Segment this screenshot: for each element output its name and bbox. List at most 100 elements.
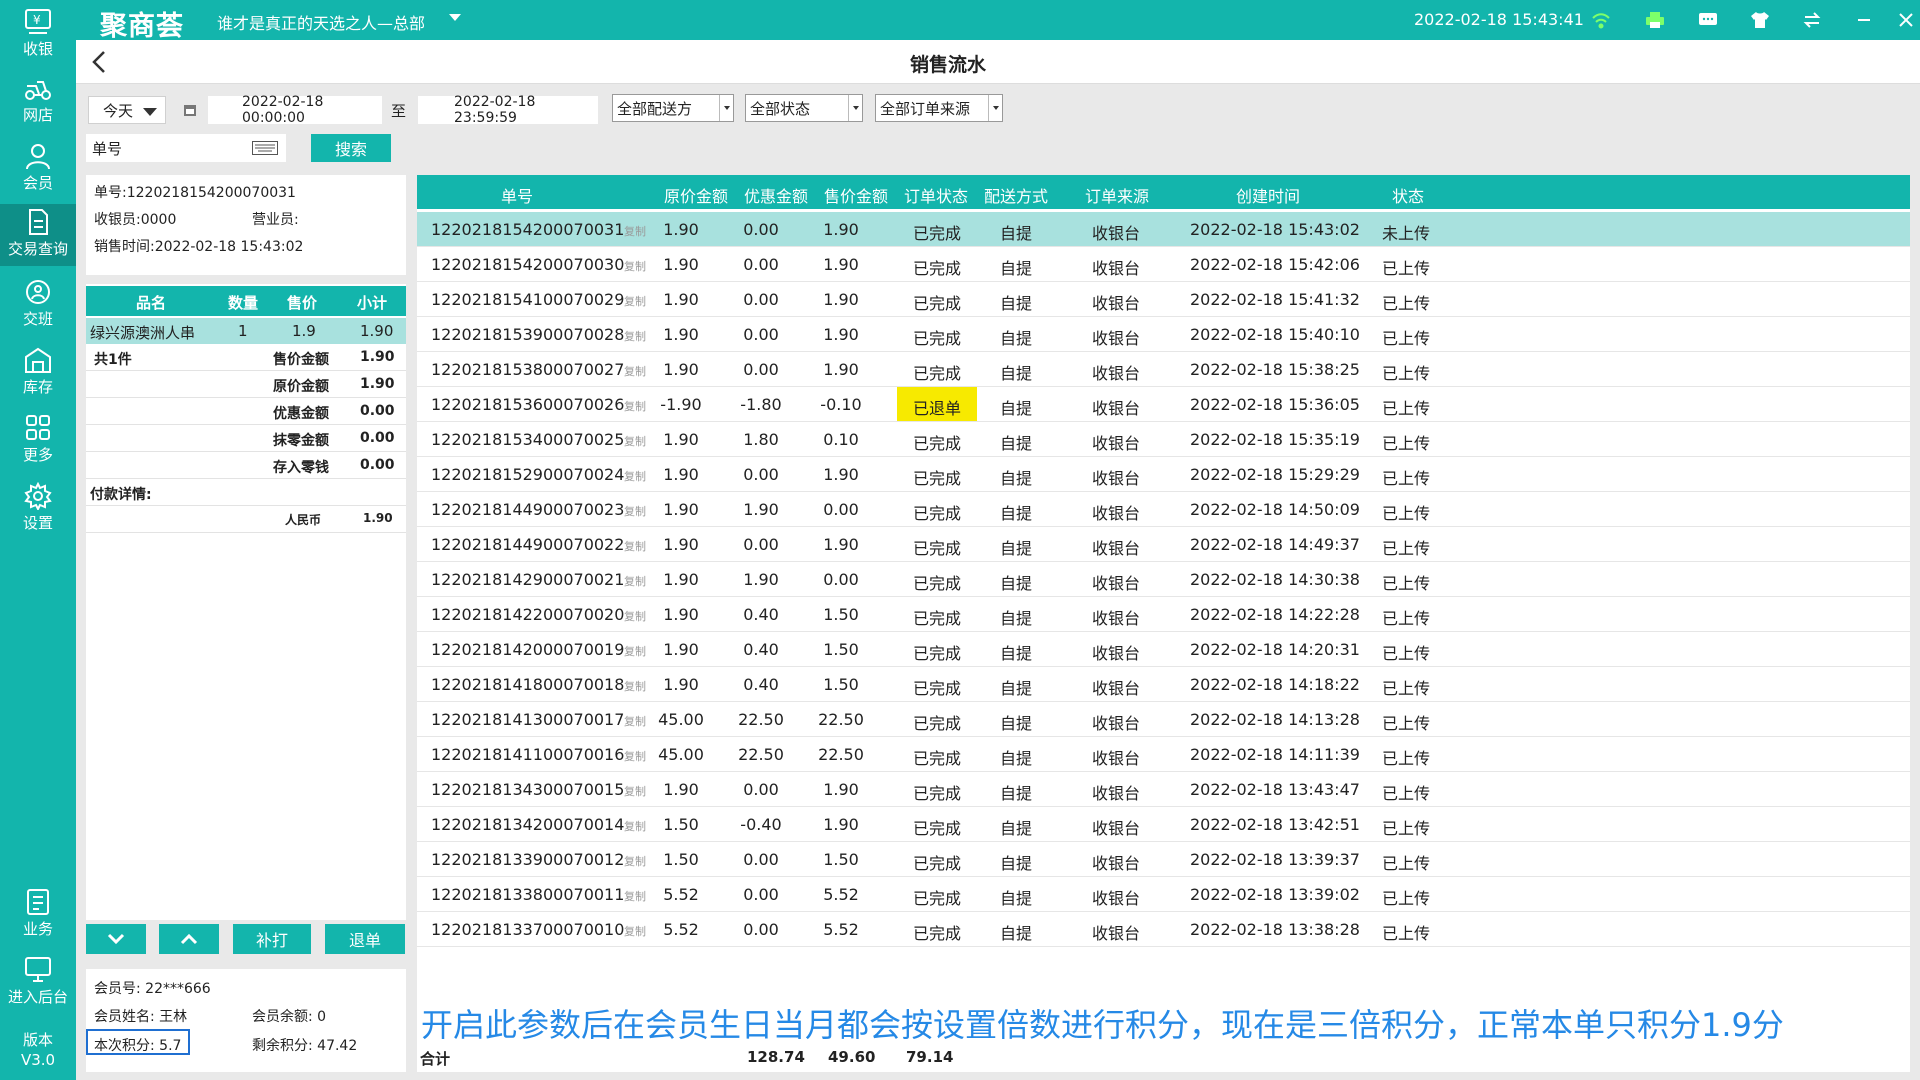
table-row[interactable]: 1220218154200070030 复制 1.90 0.00 1.90 已完成 自提 收银… bbox=[417, 247, 1910, 282]
cell-upload-status: 已上传 bbox=[1382, 819, 1431, 838]
order-no-input[interactable]: 单号 bbox=[86, 134, 286, 162]
cell-source: 收银台 bbox=[1092, 434, 1141, 453]
shirt-icon[interactable] bbox=[1747, 8, 1773, 32]
delivery-select[interactable]: 全部配送方 bbox=[612, 94, 734, 122]
cell-sale: 22.50 bbox=[818, 745, 864, 764]
summary-row: 优惠金额 0.00 bbox=[86, 399, 406, 425]
col-source: 订单来源 bbox=[1085, 187, 1150, 206]
version-number: V3.0 bbox=[20, 1051, 56, 1069]
table-row[interactable]: 1220218153600070026 复制 -1.90 -1.80 -0.10 已退单自… bbox=[417, 387, 1910, 422]
scroll-up-button[interactable] bbox=[159, 924, 219, 954]
table-row[interactable]: 1220218141300070017 复制 45.00 22.50 22.50 已完成自… bbox=[417, 702, 1910, 737]
chevron-down-icon[interactable] bbox=[449, 14, 461, 21]
switch-icon[interactable] bbox=[1799, 8, 1825, 32]
cell-order-status: 已退单 bbox=[897, 387, 977, 421]
dropdown-arrow-icon bbox=[988, 95, 1002, 121]
cell-upload-status: 已上传 bbox=[1382, 539, 1431, 558]
table-row[interactable]: 1220218153800070027 复制 1.90 0.00 1.90 已完成 自提 收银… bbox=[417, 352, 1910, 387]
nav-item-cashier[interactable]: ¥ 收银 bbox=[0, 4, 76, 68]
cell-source: 收银台 bbox=[1092, 364, 1141, 383]
table-row[interactable]: 1220218154200070031 复制 1.90 0.00 1.90 已完成 自提 收银… bbox=[417, 212, 1910, 247]
nav-item-shift[interactable]: 交班 bbox=[0, 274, 76, 338]
cell-source: 收银台 bbox=[1092, 469, 1141, 488]
table-row[interactable]: 1220218141100070016 复制 45.00 22.50 22.50 已完成自… bbox=[417, 737, 1910, 772]
scroll-down-button[interactable] bbox=[86, 924, 146, 954]
reprint-button[interactable]: 补打 bbox=[233, 924, 311, 954]
period-select[interactable]: 今天 bbox=[88, 96, 166, 124]
table-row[interactable]: 1220218142900070021 复制 1.90 1.90 0.00 已完成 自提 收银… bbox=[417, 562, 1910, 597]
cell-sale: 22.50 bbox=[818, 710, 864, 729]
cell-sale: -0.10 bbox=[820, 395, 862, 414]
nav-item-backend[interactable]: 进入后台 bbox=[0, 952, 76, 1016]
cell-delivery: 自提 bbox=[1000, 644, 1033, 663]
col-original: 原价金额 bbox=[664, 187, 729, 206]
cell-upload-status: 已上传 bbox=[1382, 399, 1431, 418]
order-no-placeholder: 单号 bbox=[92, 139, 123, 158]
item-price: 1.9 bbox=[292, 322, 316, 340]
cell-delivery: 自提 bbox=[1000, 259, 1033, 278]
nav-item-inventory[interactable]: 库存 bbox=[0, 342, 76, 406]
nav-item-settings[interactable]: 设置 bbox=[0, 478, 76, 542]
nav-item-transactions[interactable]: 交易查询 bbox=[0, 204, 76, 266]
nav-item-online-store[interactable]: 网店 bbox=[0, 70, 76, 134]
calendar-icon[interactable] bbox=[173, 96, 207, 124]
payment-amount: 1.90 bbox=[363, 511, 393, 525]
status-select[interactable]: 全部状态 bbox=[745, 94, 863, 122]
table-row[interactable]: 1220218144900070023 复制 1.90 1.90 0.00 已完成 自提 收银… bbox=[417, 492, 1910, 527]
cell-source: 收银台 bbox=[1092, 679, 1141, 698]
cell-created: 2022-02-18 13:39:37 bbox=[1190, 850, 1360, 869]
nav-label: 交班 bbox=[22, 310, 53, 328]
search-button[interactable]: 搜索 bbox=[311, 134, 391, 162]
printer-icon[interactable] bbox=[1642, 8, 1668, 32]
cell-order-status: 已完成 bbox=[913, 784, 962, 803]
store-name[interactable]: 谁才是真正的天选之人—总部 bbox=[217, 10, 425, 34]
table-row[interactable]: 1220218153900070028 复制 1.90 0.00 1.90 已完成 自提 收银… bbox=[417, 317, 1910, 352]
table-row[interactable]: 1220218142000070019 复制 1.90 0.40 1.50 已完成 自提 收银… bbox=[417, 632, 1910, 667]
table-row[interactable]: 1220218152900070024 复制 1.90 0.00 1.90 已完成 自提 收银… bbox=[417, 457, 1910, 492]
table-row[interactable]: 1220218134300070015 复制 1.90 0.00 1.90 已完成 自提 收银… bbox=[417, 772, 1910, 807]
cell-delivery: 自提 bbox=[1000, 924, 1033, 943]
table-row[interactable]: 1220218134200070014 复制 1.50 -0.40 1.90 已完成 自提收… bbox=[417, 807, 1910, 842]
cell-sale: 1.90 bbox=[823, 220, 859, 239]
cell-order-status: 已完成 bbox=[913, 574, 962, 593]
nav-item-more[interactable]: 更多 bbox=[0, 410, 76, 474]
cell-delivery: 自提 bbox=[1000, 504, 1033, 523]
end-datetime-input[interactable]: 2022-02-18 23:59:59 bbox=[418, 94, 598, 126]
table-row[interactable]: 1220218133900070012 复制 1.50 0.00 1.50 已完成 自提 收银… bbox=[417, 842, 1910, 877]
table-row[interactable]: 1220218142200070020 复制 1.90 0.40 1.50 已完成 自提 收银… bbox=[417, 597, 1910, 632]
nav-item-business[interactable]: 业务 bbox=[0, 884, 76, 948]
cell-created: 2022-02-18 14:18:22 bbox=[1190, 675, 1360, 694]
nav-label: 交易查询 bbox=[7, 240, 68, 258]
total-discount: 49.60 bbox=[828, 1048, 876, 1066]
start-datetime-value: 2022-02-18 00:00:00 bbox=[242, 94, 324, 126]
table-row[interactable]: 1220218153400070025 复制 1.90 1.80 0.10 已完成 自提 收银… bbox=[417, 422, 1910, 457]
cell-order-no: 1220218134300070015 bbox=[431, 780, 625, 799]
cell-upload-status: 已上传 bbox=[1382, 924, 1431, 943]
cell-created: 2022-02-18 15:43:02 bbox=[1190, 220, 1360, 239]
table-row[interactable]: 1220218141800070018 复制 1.90 0.40 1.50 已完成 自提 收银… bbox=[417, 667, 1910, 702]
app-logo: 聚商荟 bbox=[100, 11, 184, 42]
nav-item-member[interactable]: 会员 bbox=[0, 138, 76, 202]
payment-title-row: 付款详情: bbox=[86, 480, 406, 506]
message-icon[interactable] bbox=[1695, 8, 1721, 32]
start-datetime-input[interactable]: 2022-02-18 00:00:00 bbox=[208, 94, 382, 126]
source-select[interactable]: 全部订单来源 bbox=[875, 94, 1003, 122]
cell-order-no: 1220218153600070026 bbox=[431, 395, 625, 414]
table-row[interactable]: 1220218154100070029 复制 1.90 0.00 1.90 已完成 自提 收银… bbox=[417, 282, 1910, 317]
nav-label: 收银 bbox=[22, 40, 53, 58]
cell-created: 2022-02-18 15:41:32 bbox=[1190, 290, 1360, 309]
refund-button[interactable]: 退单 bbox=[325, 924, 405, 954]
keyboard-icon[interactable] bbox=[252, 141, 278, 155]
table-row[interactable]: 1220218133700070010 复制 5.52 0.00 5.52 已完成 自提 收银… bbox=[417, 912, 1910, 947]
cell-order-no: 1220218152900070024 bbox=[431, 465, 625, 484]
svg-text:¥: ¥ bbox=[33, 13, 41, 27]
cell-sale: 0.00 bbox=[823, 570, 859, 589]
close-icon[interactable] bbox=[1893, 8, 1919, 32]
table-row[interactable]: 1220218133800070011 复制 5.52 0.00 5.52 已完成 自提 收银… bbox=[417, 877, 1910, 912]
table-row[interactable]: 1220218144900070022 复制 1.90 0.00 1.90 已完成 自提 收银… bbox=[417, 527, 1910, 562]
item-row[interactable]: 绿兴源澳洲人串 1 1.9 1.90 bbox=[86, 318, 406, 344]
col-order-status: 订单状态 bbox=[904, 187, 969, 206]
minimize-icon[interactable] bbox=[1851, 8, 1877, 32]
business-icon bbox=[27, 889, 49, 915]
cell-sale: 1.90 bbox=[823, 465, 859, 484]
